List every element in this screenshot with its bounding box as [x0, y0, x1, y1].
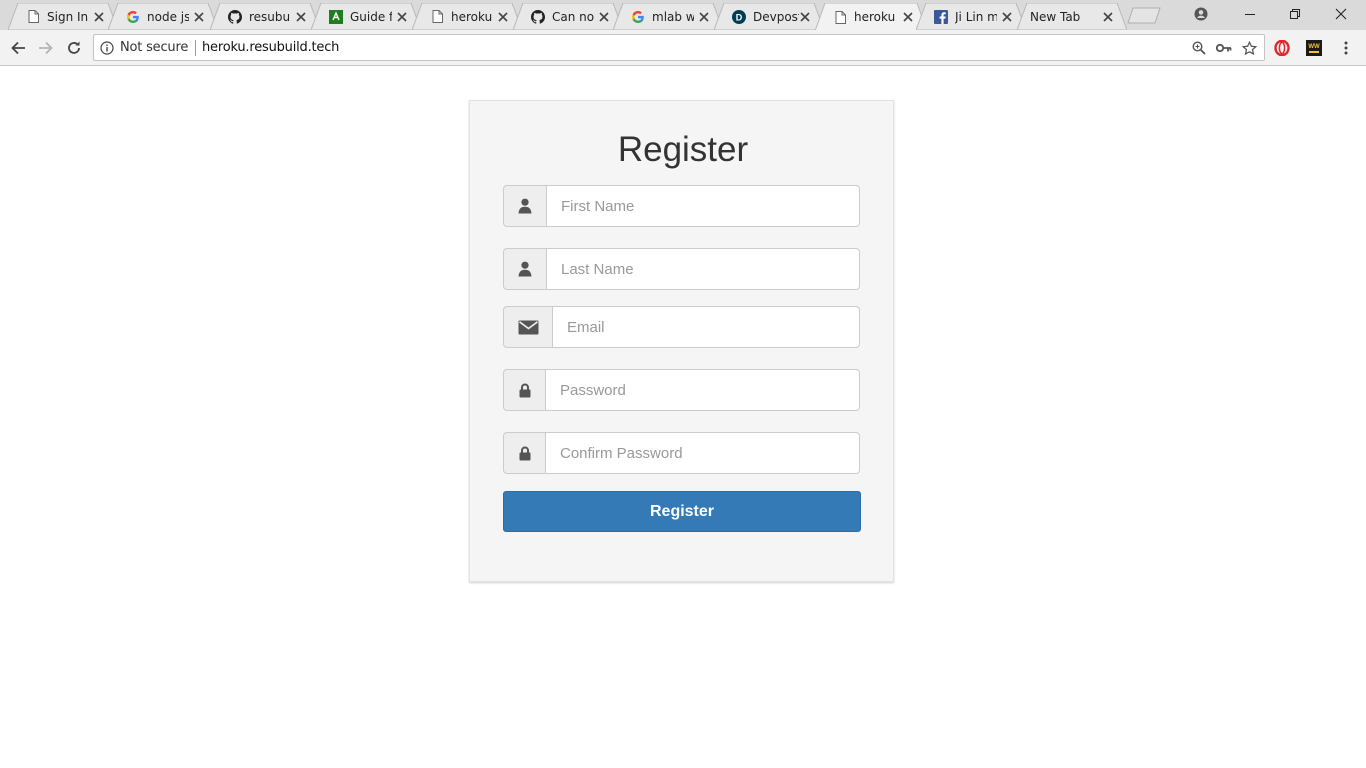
ww-extension-icon[interactable]: WW	[1304, 38, 1324, 58]
close-icon[interactable]	[799, 11, 811, 23]
tab-label: heroku.r	[854, 10, 896, 24]
tab-label: Sign In	[47, 9, 89, 24]
tab-label: heroku.r	[451, 9, 493, 24]
tab-label: mlab wo	[652, 9, 694, 24]
close-icon[interactable]	[1001, 11, 1013, 23]
tab-ji-lin[interactable]: Ji Lin m	[916, 3, 1026, 30]
tab-mlab[interactable]: mlab wo	[613, 3, 723, 30]
github-icon	[531, 9, 545, 24]
url-text[interactable]: heroku.resubuild.tech	[202, 40, 339, 55]
google-icon	[126, 10, 140, 24]
back-button[interactable]	[8, 38, 28, 58]
omnibox-divider	[195, 40, 196, 56]
close-icon[interactable]	[598, 11, 610, 23]
svg-text:WW: WW	[1308, 44, 1320, 50]
google-icon	[631, 10, 645, 24]
tab-label: Devpost	[753, 9, 799, 24]
tab-sign-in[interactable]: Sign In	[8, 3, 118, 30]
confirm-password-group	[503, 432, 860, 474]
page-title: Register	[617, 130, 749, 169]
page-icon	[430, 10, 444, 24]
tab-devpost[interactable]: D Devpost	[714, 3, 824, 30]
devpost-icon: D	[732, 9, 746, 24]
lock-icon	[503, 369, 545, 411]
last-name-group	[503, 248, 860, 290]
tab-node-js[interactable]: node js	[108, 3, 218, 30]
info-icon[interactable]	[100, 41, 114, 55]
zoom-icon[interactable]	[1191, 40, 1207, 56]
first-name-input[interactable]	[546, 185, 860, 227]
tab-guide[interactable]: Guide fo	[311, 3, 421, 30]
close-icon[interactable]	[1102, 11, 1114, 23]
close-icon[interactable]	[295, 11, 307, 23]
address-bar[interactable]: Not secure heroku.resubuild.tech	[93, 34, 1265, 61]
password-group	[503, 369, 860, 411]
lock-icon	[503, 432, 545, 474]
github-icon	[228, 9, 242, 24]
tab-strip: Sign In node js resubuil Guide fo heroku…	[0, 0, 1366, 31]
user-icon	[503, 185, 546, 227]
close-icon[interactable]	[193, 11, 205, 23]
reload-button[interactable]	[64, 38, 84, 58]
tab-heroku-1[interactable]: heroku.r	[412, 3, 522, 30]
close-icon[interactable]	[497, 11, 509, 23]
facebook-icon	[934, 9, 948, 24]
email-group	[503, 306, 860, 348]
security-label[interactable]: Not secure	[120, 40, 188, 55]
tab-label: resubuil	[249, 9, 291, 24]
star-icon[interactable]	[1241, 40, 1257, 56]
green-app-icon	[329, 9, 343, 24]
tab-heroku-active[interactable]: heroku.r	[815, 3, 927, 31]
tab-label: Can not	[552, 9, 594, 24]
register-button[interactable]: Register	[503, 491, 861, 532]
page-icon	[26, 10, 40, 24]
envelope-icon	[503, 306, 552, 348]
close-icon[interactable]	[396, 11, 408, 23]
opera-extension-icon[interactable]	[1272, 38, 1292, 58]
user-icon	[503, 248, 546, 290]
tab-can-not[interactable]: Can not	[513, 3, 623, 30]
tab-label: New Tab	[1030, 9, 1081, 24]
restore-button[interactable]	[1272, 0, 1318, 28]
forward-button[interactable]	[36, 38, 56, 58]
tab-label: Guide fo	[350, 9, 392, 24]
new-tab-button[interactable]	[1127, 7, 1161, 24]
svg-text:D: D	[736, 12, 743, 22]
close-icon[interactable]	[698, 11, 710, 23]
confirm-password-input[interactable]	[545, 432, 860, 474]
close-icon[interactable]	[93, 11, 105, 23]
tab-label: Ji Lin m	[955, 9, 997, 24]
page-icon	[833, 10, 847, 24]
last-name-input[interactable]	[546, 248, 860, 290]
password-input[interactable]	[545, 369, 860, 411]
profile-icon[interactable]	[1178, 0, 1224, 28]
tab-resubuild[interactable]: resubuil	[210, 3, 320, 30]
menu-icon[interactable]	[1336, 38, 1356, 58]
tab-new-tab[interactable]: New Tab	[1017, 3, 1127, 30]
first-name-group	[503, 185, 860, 227]
close-window-button[interactable]	[1318, 0, 1364, 28]
key-icon[interactable]	[1216, 40, 1232, 56]
browser-toolbar: Not secure heroku.resubuild.tech WW	[0, 30, 1366, 66]
close-icon[interactable]	[902, 11, 914, 23]
email-input[interactable]	[552, 306, 860, 348]
minimize-button[interactable]	[1227, 0, 1273, 28]
tab-label: node js	[147, 9, 189, 24]
